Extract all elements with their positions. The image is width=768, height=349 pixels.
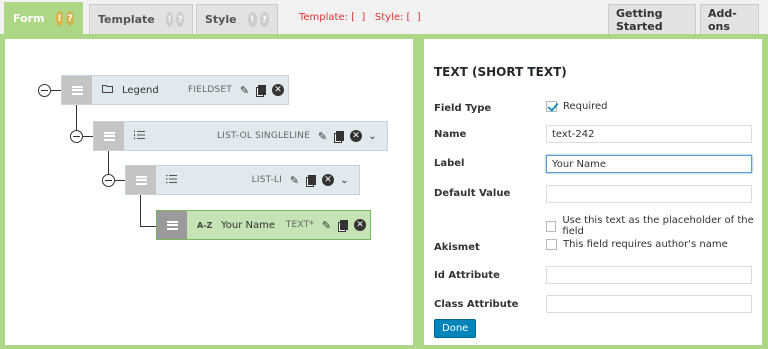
tree-connector (140, 226, 157, 227)
node-type: LIST-LI (251, 175, 282, 185)
node-type: FIELDSET (188, 85, 232, 95)
remove-icon[interactable]: ✕ (350, 130, 362, 142)
akismet-checkbox[interactable]: This field requires author's name (546, 239, 728, 250)
label-input[interactable] (546, 155, 752, 173)
node-title: Legend (122, 84, 159, 96)
chevron-down-icon[interactable]: ⌄ (366, 130, 379, 143)
tab-addons[interactable]: Add-ons (700, 4, 759, 34)
tab-style-label: Style (205, 13, 237, 26)
name-input[interactable] (546, 125, 752, 143)
id-attribute-input[interactable] (546, 266, 752, 284)
edit-icon[interactable]: ✎ (238, 84, 251, 97)
node-type: TEXT* (285, 220, 314, 230)
tree-node-fieldset[interactable]: Legend FIELDSET ✎ ✕ (61, 75, 289, 105)
tree-node-text-field[interactable]: A-Z Your Name TEXT* ✎ ✕ (156, 210, 371, 240)
field-settings-panel: TEXT (SHORT TEXT) Field Type Required Na… (424, 39, 762, 345)
tab-getting-started[interactable]: Getting Started (608, 4, 696, 34)
node-title: Your Name (221, 219, 276, 231)
folder-icon (102, 84, 116, 96)
collapse-toggle-icon[interactable] (102, 174, 115, 187)
class-attribute-input[interactable] (546, 295, 752, 313)
name-label: Name (434, 129, 467, 140)
tab-template[interactable]: Template ! ? (89, 4, 193, 34)
remove-icon[interactable]: ✕ (354, 219, 366, 231)
remove-icon[interactable]: ✕ (272, 84, 284, 96)
editor-frame: Legend FIELDSET ✎ ✕ LIST-OL SINGLELINE ✎… (0, 34, 768, 349)
chevron-down-icon[interactable]: ⌄ (338, 174, 351, 187)
field-type-label: Field Type (434, 103, 492, 114)
drag-handle-icon[interactable] (94, 122, 124, 150)
remove-icon[interactable]: ✕ (322, 174, 334, 186)
placeholder-checkbox[interactable]: Use this text as the placeholder of the … (546, 215, 762, 237)
copy-icon[interactable] (255, 84, 268, 97)
drag-handle-icon[interactable] (62, 76, 92, 104)
default-value-label: Default Value (434, 188, 511, 199)
placeholder-option-label: Use this text as the placeholder of the … (562, 215, 754, 237)
help-icon[interactable]: ? (259, 12, 269, 27)
settings-title: TEXT (SHORT TEXT) (434, 65, 567, 79)
done-button[interactable]: Done (434, 319, 477, 338)
tab-style[interactable]: Style ! ? (196, 4, 278, 34)
tree-node-list-ol[interactable]: LIST-OL SINGLELINE ✎ ✕ ⌄ (93, 121, 388, 151)
unordered-list-icon (166, 174, 180, 187)
copy-icon[interactable] (305, 174, 318, 187)
default-value-input[interactable] (546, 185, 752, 203)
tab-form-label: Form (13, 12, 45, 25)
tree-connector (140, 195, 141, 226)
tab-form[interactable]: Form ! ? (4, 2, 83, 34)
collapse-toggle-icon[interactable] (70, 130, 83, 143)
edit-icon[interactable]: ✎ (288, 174, 301, 187)
drag-handle-icon[interactable] (157, 211, 187, 239)
checkbox-icon[interactable] (546, 239, 557, 250)
warning-icon[interactable]: ! (165, 12, 174, 27)
help-icon[interactable]: ? (176, 12, 184, 27)
edit-icon[interactable]: ✎ (320, 219, 333, 232)
copy-icon[interactable] (337, 219, 350, 232)
node-type: LIST-OL SINGLELINE (217, 131, 310, 141)
ordered-list-icon (134, 130, 148, 143)
tab-bar: Form ! ? Template ! ? Style ! ? Template… (0, 0, 768, 34)
akismet-option-label: This field requires author's name (563, 239, 728, 250)
checkbox-icon[interactable] (546, 220, 557, 232)
help-icon[interactable]: ? (66, 11, 74, 26)
required-label: Required (563, 101, 608, 112)
class-attribute-label: Class Attribute (434, 299, 519, 310)
tree-node-list-li[interactable]: LIST-LI ✎ ✕ ⌄ (125, 165, 360, 195)
warning-icon[interactable]: ! (55, 11, 64, 26)
edit-icon[interactable]: ✎ (316, 130, 329, 143)
required-checkbox[interactable]: Required (546, 101, 608, 112)
checkbox-checked-icon[interactable] (546, 101, 557, 112)
form-tree-panel: Legend FIELDSET ✎ ✕ LIST-OL SINGLELINE ✎… (5, 39, 413, 345)
tab-template-label: Template (98, 13, 155, 26)
drag-handle-icon[interactable] (126, 166, 156, 194)
text-az-icon: A-Z (197, 220, 213, 230)
akismet-label: Akismet (434, 242, 480, 253)
copy-icon[interactable] (333, 130, 346, 143)
label-label: Label (434, 158, 465, 169)
collapse-toggle-icon[interactable] (38, 84, 51, 97)
template-style-status: Template: [ ] Style: [ ] (299, 12, 421, 23)
warning-icon[interactable]: ! (247, 12, 257, 27)
id-attribute-label: Id Attribute (434, 270, 500, 281)
